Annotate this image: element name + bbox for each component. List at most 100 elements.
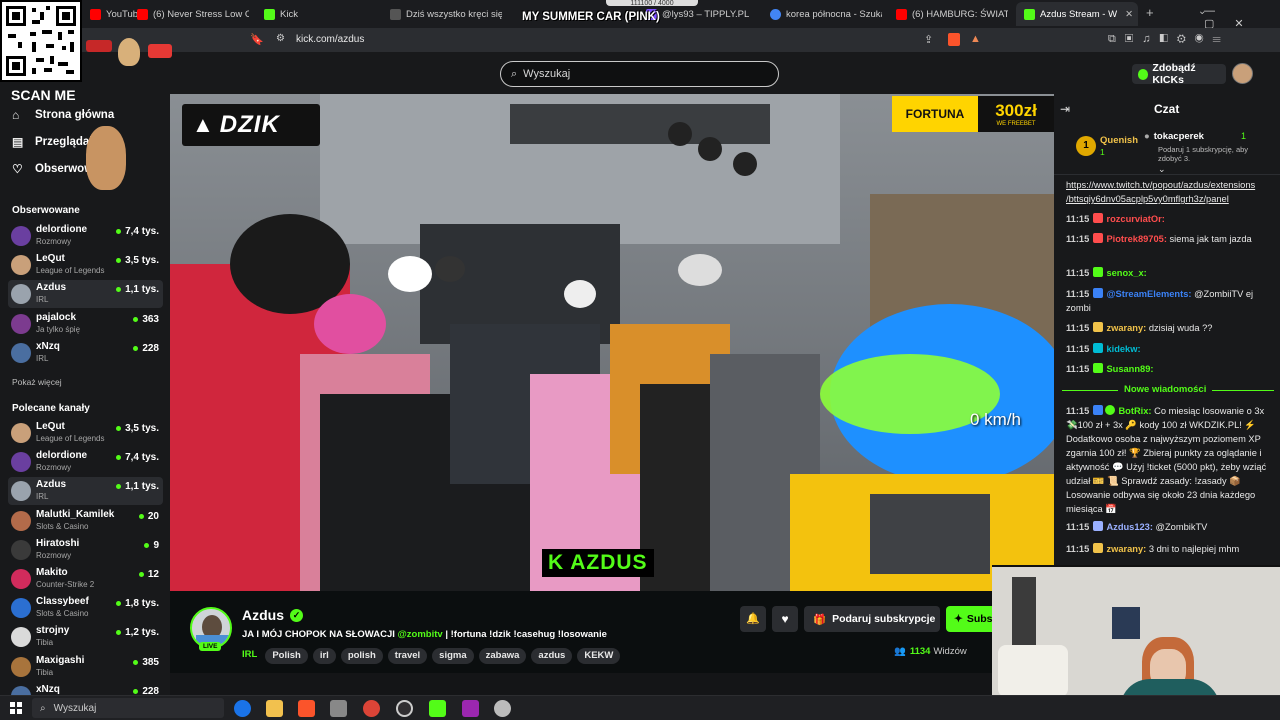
chat-username[interactable]: Piotrek89705: [1106, 234, 1166, 244]
top-gifter-name[interactable]: Quenish [1100, 135, 1138, 146]
channel-item[interactable]: strojny Tibia 1,2 tys. [8, 623, 163, 651]
new-tab-icon[interactable]: + [1146, 5, 1154, 20]
follow-heart-icon[interactable]: ♥ [772, 606, 798, 632]
song-title: MY SUMMER CAR (PINK) [522, 11, 660, 23]
video-player[interactable]: ▲ DZIK FORTUNA 300zł WE FREEBET 0 km/h K… [170, 94, 1054, 591]
window-controls[interactable]: —▢✕ [1204, 5, 1280, 30]
browser-tab[interactable]: korea północna - Szukaj w [770, 4, 882, 24]
channel-item[interactable]: Azdus IRL 1,1 tys. [8, 280, 163, 309]
channel-item[interactable]: pajalock Ja tylko śpię 363 [8, 310, 163, 338]
channel-name: strojny [36, 625, 70, 637]
overlay-emotes [86, 38, 176, 68]
channel-item[interactable]: Maxigashi Tibia 385 [8, 653, 163, 681]
streamer-shirt [1120, 679, 1220, 695]
extensions-icons[interactable]: ⧉▣♫◧⚙◉☰ [1108, 33, 1230, 46]
channel-item[interactable]: Makito Counter-Strike 2 12 [8, 565, 163, 593]
verified-badge-icon [1104, 405, 1115, 415]
user-avatar[interactable] [1232, 63, 1253, 84]
obs-icon[interactable] [396, 700, 413, 717]
channel-item[interactable]: LeQut League of Legends 3,5 tys. [8, 419, 163, 447]
channel-item[interactable]: Malutki_Kamilek Slots & Casino 20 [8, 507, 163, 535]
brave-rewards-icon[interactable]: ▲ [970, 33, 981, 45]
chat-link[interactable]: https://www.twitch.tv/popout/azdus/exten… [1066, 178, 1255, 206]
recommended-section-title: Polecane kanały [12, 403, 90, 414]
app-icon[interactable] [462, 700, 479, 717]
app-icon[interactable] [494, 700, 511, 717]
channel-name: delordione [36, 450, 88, 462]
site-info-icon[interactable]: ⚙ [276, 33, 285, 44]
kick-app-icon[interactable] [429, 700, 446, 717]
gift-hint: Podaruj 1 subskrypcję, aby zdobyć 3. [1158, 145, 1249, 163]
show-more-link[interactable]: Pokaż więcej [12, 377, 62, 387]
tag-chip[interactable]: polish [340, 648, 383, 664]
viewer-count: 9 [144, 540, 159, 551]
chat-username[interactable]: zwarany: [1106, 323, 1146, 333]
stream-info: LIVE Azdus ✓ JA I MÓJ CHOPOK NA SŁOWACJI… [170, 591, 1054, 695]
browser-tab[interactable]: (6) Never Stress Low Cortis [137, 4, 249, 24]
browser-tab[interactable]: YouTub [90, 4, 140, 24]
browser-tab[interactable]: @lys93 – TIPPLY.PL [646, 4, 756, 24]
channel-name: xNzq [36, 683, 60, 695]
file-explorer-icon[interactable] [266, 700, 283, 717]
chat-username[interactable]: rozcurviatOr: [1106, 214, 1164, 224]
tag-chip[interactable]: irl [312, 648, 336, 664]
chat-username[interactable]: zwarany: [1106, 544, 1146, 554]
chat-username[interactable]: kidekw: [1106, 344, 1140, 354]
browser-tab[interactable]: Kick [264, 4, 364, 24]
collapse-chat-icon[interactable]: ⇥ [1060, 102, 1070, 116]
windows-start-icon[interactable] [10, 702, 22, 714]
chat-message: 11:15 rozcurviatOr: [1066, 213, 1165, 224]
browser-tab[interactable]: (6) HAMBURG: ŚWIAT UZA [896, 4, 1008, 24]
brave-shield-icon[interactable] [948, 33, 960, 46]
chat-badge-icon [1092, 322, 1103, 332]
app-icon[interactable] [330, 700, 347, 717]
channel-item[interactable]: LeQut League of Legends 3,5 tys. [8, 251, 163, 279]
close-tab-icon[interactable]: ✕ [1125, 9, 1133, 20]
notification-bell-icon[interactable]: 🔔 [740, 606, 766, 632]
chat-username[interactable]: senox_x: [1106, 268, 1146, 278]
viewer-count: 1,2 tys. [116, 627, 159, 638]
chat-username[interactable]: Azdus123: [1106, 522, 1153, 532]
tag-chip[interactable]: azdus [531, 648, 573, 664]
channel-item[interactable]: delordione Rozmowy 7,4 tys. [8, 448, 163, 476]
channel-item[interactable]: Hiratoshi Rozmowy 9 [8, 536, 163, 564]
gifter-name[interactable]: ● tokacperek [1144, 131, 1204, 142]
gift-subs-button[interactable]: 🎁 Podaruj subskrypcje [804, 606, 940, 632]
tag-chip[interactable]: travel [387, 648, 428, 664]
chat-panel: ⇥ Czat 1 Quenish 1 ● tokacperek 1 Podaruj… [1054, 94, 1280, 569]
channel-item[interactable]: Azdus IRL 1,1 tys. [8, 477, 163, 506]
bookmark-icon[interactable]: 🔖 [250, 33, 264, 46]
url-field[interactable]: kick.com/azdus [296, 34, 364, 45]
edge-icon[interactable] [234, 700, 251, 717]
search-input[interactable]: ⌕ Wyszukaj [500, 61, 779, 87]
browser-tab[interactable]: Dziś wszystko kręci się wo [390, 4, 502, 24]
channel-category: IRL [36, 492, 49, 502]
taskbar-search[interactable]: ⌕ Wyszukaj [32, 698, 224, 718]
nav-home[interactable]: ⌂ Strona główna [12, 108, 114, 122]
tag-chip[interactable]: Polish [265, 648, 308, 664]
streamer-name[interactable]: Azdus [242, 607, 284, 623]
channel-category: Counter-Strike 2 [36, 580, 95, 589]
channel-item[interactable]: delordione Rozmowy 7,4 tys. [8, 222, 163, 250]
channel-name: Classybeef [36, 596, 89, 608]
chat-username[interactable]: Susann89: [1106, 364, 1153, 374]
chat-username[interactable]: @StreamElements: [1106, 289, 1191, 299]
browser-tab-active[interactable]: Azdus Stream - W ✕ [1016, 2, 1138, 26]
channel-item[interactable]: xNzq IRL 228 [8, 339, 163, 367]
tag-chip[interactable]: KEKW [577, 648, 621, 664]
tag-chip[interactable]: zabawa [478, 648, 527, 664]
share-icon[interactable]: ⇪ [924, 33, 933, 46]
nav-browse[interactable]: ▤ Przeglądaj [12, 135, 93, 149]
verified-icon: ✓ [290, 609, 303, 622]
chrome-icon[interactable] [363, 700, 380, 717]
viewers-icon: 👥 [894, 646, 906, 657]
viewer-count: 3,5 tys. [116, 423, 159, 434]
get-kicks-button[interactable]: Zdobądź KICKs [1132, 62, 1226, 86]
channel-item[interactable]: Classybeef Slots & Casino 1,8 tys. [8, 594, 163, 622]
brave-icon[interactable] [298, 700, 315, 717]
tag-chip[interactable]: sigma [432, 648, 474, 664]
channel-name: xNzq [36, 340, 60, 352]
category-link[interactable]: IRL [242, 649, 257, 660]
boar-icon: ▲ [192, 112, 214, 137]
site-header: ⌕ Wyszukaj Zdobądź KICKs [0, 52, 1280, 94]
